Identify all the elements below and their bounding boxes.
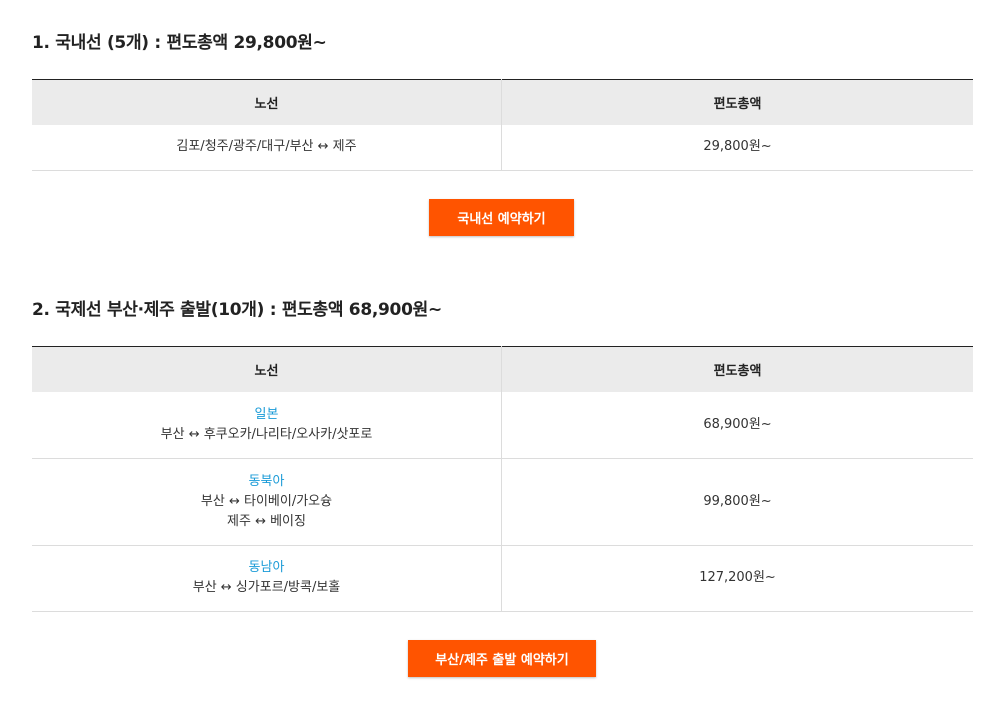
table-row: 동북아 부산 ↔ 타이베이/가오슝 제주 ↔ 베이징 99,800원~: [32, 458, 973, 546]
fare-cell: 29,800원~: [501, 125, 973, 171]
route-text: 부산 ↔ 타이베이/가오슝: [200, 493, 333, 509]
route-cell: 동북아 부산 ↔ 타이베이/가오슝 제주 ↔ 베이징: [32, 458, 502, 546]
route-cell: 동남아 부산 ↔ 싱가포르/방콕/보홀: [32, 545, 502, 612]
domestic-booking-button[interactable]: 국내선 예약하기: [429, 199, 574, 236]
fare-cell: 68,900원~: [501, 392, 973, 459]
route-column-header: 노선: [32, 79, 502, 125]
route-text: 부산 ↔ 후쿠오카/나리타/오사카/삿포로: [160, 426, 373, 442]
region-label-japan: 일본: [254, 406, 279, 422]
route-cell: 일본 부산 ↔ 후쿠오카/나리타/오사카/삿포로: [32, 392, 502, 459]
route-text: 부산 ↔ 싱가포르/방콕/보홀: [192, 580, 341, 595]
international-booking-button[interactable]: 부산/제주 출발 예약하기: [408, 640, 596, 677]
fare-column-header: 편도총액: [501, 346, 973, 392]
table-header-row: 노선 편도총액: [32, 346, 973, 392]
fare-cell: 127,200원~: [501, 545, 973, 612]
route-cell: 김포/청주/광주/대구/부산 ↔ 제주: [32, 125, 502, 171]
region-label-northeast-asia: 동북아: [248, 473, 285, 489]
table-header-row: 노선 편도총액: [32, 79, 973, 125]
route-text: 제주 ↔ 베이징: [227, 513, 306, 529]
table-row: 일본 부산 ↔ 후쿠오카/나리타/오사카/삿포로 68,900원~: [32, 392, 973, 459]
international-fare-table: 노선 편도총액 일본 부산 ↔ 후쿠오카/나리타/오사카/삿포로 68,900원…: [32, 346, 973, 612]
domestic-fare-table: 노선 편도총액 김포/청주/광주/대구/부산 ↔ 제주 29,800원~: [32, 79, 973, 171]
route-column-header: 노선: [32, 346, 502, 392]
international-section-title: 2. 국제선 부산·제주 출발(10개) : 편도총액 68,900원~: [32, 300, 442, 320]
table-row: 동남아 부산 ↔ 싱가포르/방콕/보홀 127,200원~: [32, 545, 973, 612]
fare-column-header: 편도총액: [501, 79, 973, 125]
fare-cell: 99,800원~: [501, 458, 973, 546]
table-row: 김포/청주/광주/대구/부산 ↔ 제주 29,800원~: [32, 125, 973, 171]
domestic-section-title: 1. 국내선 (5개) : 편도총액 29,800원~: [32, 33, 327, 53]
region-label-southeast-asia: 동남아: [248, 560, 285, 575]
